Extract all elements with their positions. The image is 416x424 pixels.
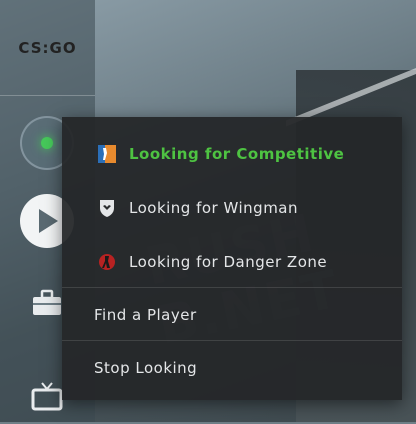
search-status-menu: Looking for Competitive Looking for Wing… [62, 117, 402, 400]
radar-status-dot [41, 137, 53, 149]
menu-item-label: Looking for Competitive [129, 144, 345, 163]
menu-item-label: Find a Player [94, 305, 197, 324]
menu-item-find-player[interactable]: Find a Player [62, 288, 402, 341]
wingman-icon [97, 198, 117, 218]
logo-text: CS:GO [18, 38, 77, 57]
menu-item-label: Looking for Danger Zone [129, 252, 328, 271]
menu-item-danger-zone[interactable]: Looking for Danger Zone [62, 235, 402, 288]
competitive-icon [97, 144, 117, 164]
menu-item-stop-looking[interactable]: Stop Looking [62, 341, 402, 394]
danger-zone-icon [97, 252, 117, 272]
play-triangle [39, 209, 58, 233]
csgo-logo[interactable]: CS:GO [0, 0, 95, 96]
menu-item-competitive[interactable]: Looking for Competitive [62, 127, 402, 180]
menu-item-wingman[interactable]: Looking for Wingman [62, 181, 402, 234]
menu-item-label: Looking for Wingman [129, 198, 298, 217]
menu-item-label: Stop Looking [94, 358, 198, 377]
